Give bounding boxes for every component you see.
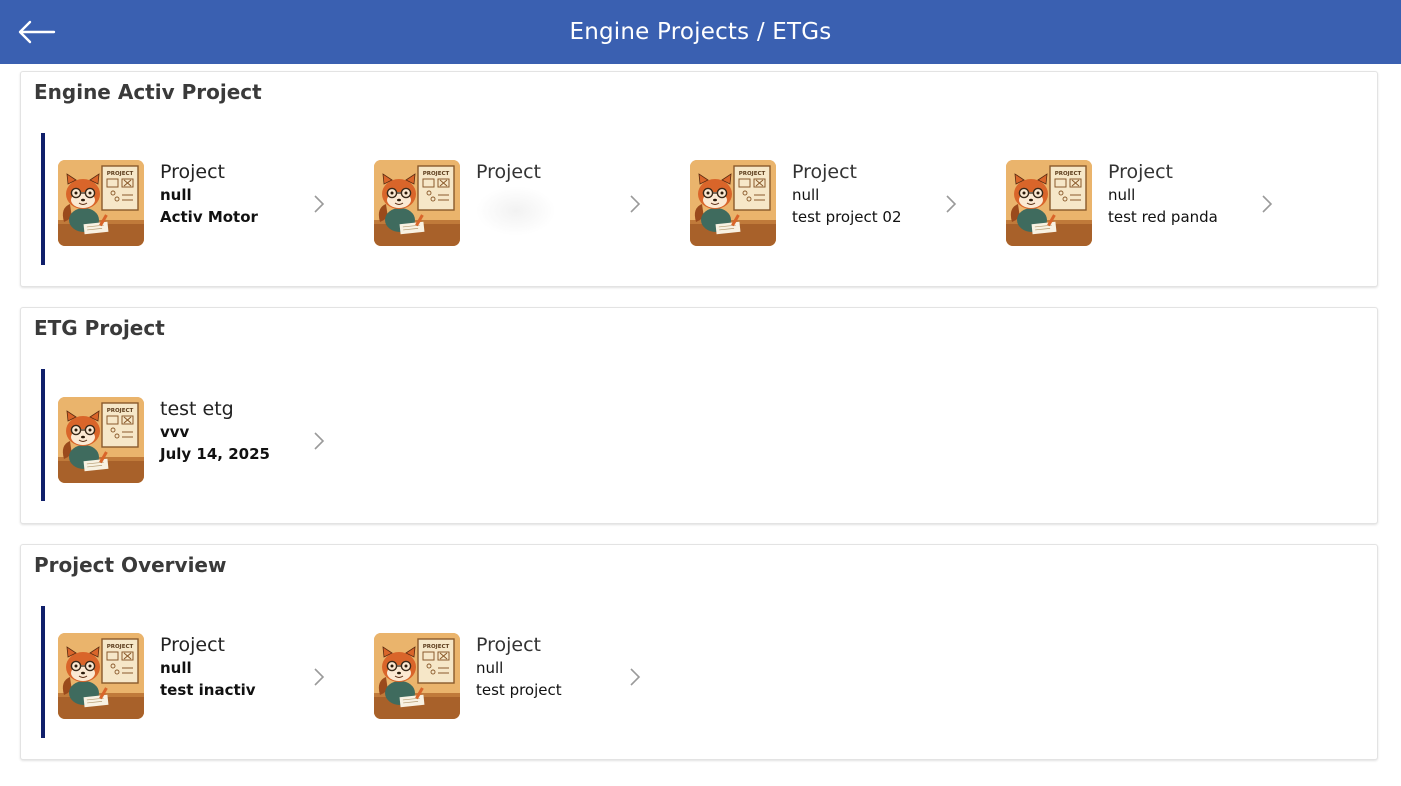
section-title: Engine Activ Project	[34, 80, 262, 104]
tile-title: Project	[792, 161, 858, 183]
red-panda-project-image: PROJECT	[374, 160, 460, 246]
chevron-right-icon	[630, 668, 641, 686]
section-project-overview: Project Overview PROJECT Project null te…	[20, 544, 1378, 760]
tile-line2: test red panda	[1108, 208, 1218, 226]
svg-text:PROJECT: PROJECT	[107, 171, 134, 177]
tile-line1: null	[160, 659, 192, 677]
svg-text:PROJECT: PROJECT	[107, 644, 134, 650]
tile-line1: null	[476, 659, 504, 677]
chevron-right-icon	[314, 432, 325, 450]
section-title: ETG Project	[34, 316, 165, 340]
red-panda-project-image: PROJECT	[374, 633, 460, 719]
tile-line1: null	[792, 186, 820, 204]
section-etg-project: ETG Project PROJECT test etg vvv July 14…	[20, 307, 1378, 524]
project-tile[interactable]: PROJECT Project null test project 02	[690, 160, 990, 250]
svg-text:PROJECT: PROJECT	[107, 408, 134, 414]
page-title: Engine Projects / ETGs	[569, 19, 832, 45]
tile-line1: null	[1108, 186, 1136, 204]
red-panda-project-image: PROJECT	[58, 397, 144, 483]
section-title: Project Overview	[34, 553, 227, 577]
red-panda-project-image: PROJECT	[1006, 160, 1092, 246]
tile-line2: July 14, 2025	[160, 445, 270, 463]
chevron-right-icon	[314, 668, 325, 686]
tile-title: Project	[1108, 161, 1174, 183]
project-tile[interactable]: PROJECT Project null Activ Motor	[58, 160, 358, 250]
tile-line2: test inactiv	[160, 681, 256, 699]
red-panda-project-image: PROJECT	[58, 160, 144, 246]
arrow-left-icon	[18, 20, 56, 44]
blurred-text	[476, 186, 556, 236]
accent-bar	[41, 606, 45, 738]
tile-title: Project	[160, 634, 226, 656]
tile-line2: test project	[476, 681, 562, 699]
tile-title: Project	[160, 161, 226, 183]
back-button[interactable]	[14, 14, 58, 50]
project-tile[interactable]: PROJECT Project null test project	[374, 633, 674, 723]
chevron-right-icon	[630, 195, 641, 213]
app-header: Engine Projects / ETGs	[0, 0, 1401, 64]
etg-tile[interactable]: PROJECT test etg vvv July 14, 2025	[58, 397, 358, 487]
red-panda-project-image: PROJECT	[690, 160, 776, 246]
tile-line1: vvv	[160, 423, 190, 441]
tile-title: Project	[476, 161, 542, 183]
tile-title: test etg	[160, 398, 234, 420]
project-tile[interactable]: PROJECT Project	[374, 160, 674, 250]
section-engine-activ-project: Engine Activ Project PROJECT Project nul…	[20, 71, 1378, 287]
chevron-right-icon	[314, 195, 325, 213]
svg-text:PROJECT: PROJECT	[1055, 171, 1082, 177]
tile-title: Project	[476, 634, 542, 656]
svg-text:PROJECT: PROJECT	[739, 171, 766, 177]
tile-line1: null	[160, 186, 192, 204]
chevron-right-icon	[946, 195, 957, 213]
tile-line2: test project 02	[792, 208, 902, 226]
accent-bar	[41, 133, 45, 265]
accent-bar	[41, 369, 45, 501]
red-panda-project-image: PROJECT	[58, 633, 144, 719]
chevron-right-icon	[1262, 195, 1273, 213]
tile-line2: Activ Motor	[160, 208, 258, 226]
project-tile[interactable]: PROJECT Project null test red panda	[1006, 160, 1306, 250]
svg-text:PROJECT: PROJECT	[423, 171, 450, 177]
project-tile[interactable]: PROJECT Project null test inactiv	[58, 633, 358, 723]
svg-text:PROJECT: PROJECT	[423, 644, 450, 650]
